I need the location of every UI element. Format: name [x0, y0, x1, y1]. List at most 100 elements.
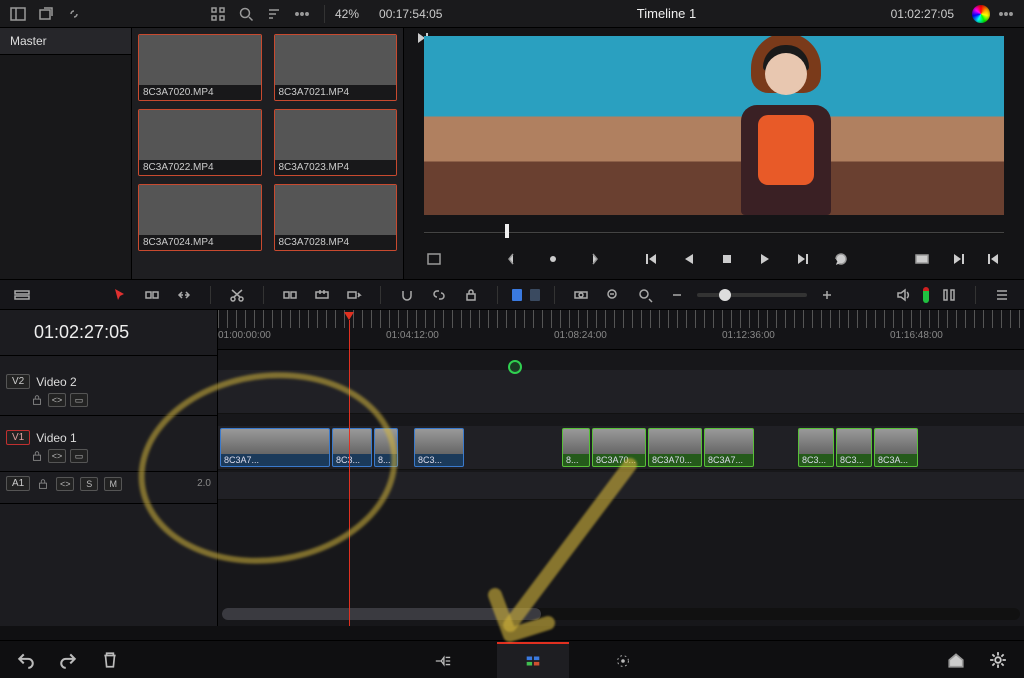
track-a1[interactable] — [218, 472, 1024, 500]
step-prev-icon[interactable] — [982, 248, 1006, 270]
link-icon[interactable] — [427, 284, 451, 306]
track-name-v1[interactable]: Video 1 — [36, 431, 76, 445]
viewer-scrubber[interactable] — [424, 221, 1004, 243]
timeline-clip[interactable]: 8... — [374, 428, 398, 467]
auto-select-icon[interactable]: <> — [56, 477, 74, 491]
auto-select-icon[interactable]: <> — [48, 449, 66, 463]
next-keyframe-icon[interactable] — [579, 248, 603, 270]
go-start-icon[interactable] — [639, 248, 663, 270]
ruler-timecode: 01:04:12:00 — [386, 330, 439, 341]
go-end-icon[interactable] — [791, 248, 815, 270]
safe-area-icon[interactable] — [422, 248, 446, 270]
trash-icon[interactable] — [98, 649, 122, 671]
overwrite-icon[interactable] — [310, 284, 334, 306]
flag-blue-icon[interactable] — [512, 289, 522, 301]
timeline-clip[interactable]: 8... — [562, 428, 590, 467]
zoom-out-icon[interactable] — [665, 284, 689, 306]
track-v1[interactable]: 8C3A7...8C3...8...8C3...8...8C3A70...8C3… — [218, 426, 1024, 470]
insert-icon[interactable] — [278, 284, 302, 306]
keyframe-icon[interactable] — [541, 248, 565, 270]
prev-keyframe-icon[interactable] — [503, 248, 527, 270]
lock-icon[interactable] — [36, 477, 50, 491]
list-icon[interactable] — [990, 284, 1014, 306]
link-break-icon[interactable] — [62, 3, 86, 25]
zoom-custom-icon[interactable] — [633, 284, 657, 306]
mixer-icon[interactable] — [937, 284, 961, 306]
auto-select-icon[interactable]: <> — [48, 393, 66, 407]
replace-icon[interactable] — [342, 284, 366, 306]
undo-icon[interactable] — [14, 649, 38, 671]
zoom-detail-icon[interactable] — [601, 284, 625, 306]
page-fusion-icon[interactable] — [587, 642, 659, 678]
home-icon[interactable] — [944, 649, 968, 671]
snap-icon[interactable] — [395, 284, 419, 306]
step-next-icon[interactable] — [946, 248, 970, 270]
media-clip[interactable]: 8C3A7024.MP4 — [138, 184, 262, 251]
timeline-clip[interactable]: 8C3A7... — [704, 428, 754, 467]
zoom-range-icon[interactable] — [569, 284, 593, 306]
volume-icon[interactable] — [891, 284, 915, 306]
more-icon[interactable] — [994, 3, 1018, 25]
timeline-clip[interactable]: 8C3A... — [874, 428, 918, 467]
timeline-canvas[interactable]: 01:00:00:0001:04:12:0001:08:24:0001:12:3… — [218, 310, 1024, 626]
track-badge-v1[interactable]: V1 — [6, 430, 30, 445]
scissors-icon[interactable] — [225, 284, 249, 306]
timeline-scrollbar[interactable] — [222, 608, 1020, 620]
page-cut-icon[interactable] — [407, 642, 479, 678]
selection-tool-icon[interactable] — [108, 284, 132, 306]
track-display-icon[interactable]: ▭ — [70, 393, 88, 407]
timeline-clip[interactable]: 8C3... — [414, 428, 464, 467]
playhead[interactable] — [349, 320, 350, 626]
playhead-timecode[interactable]: 01:02:27:05 — [0, 310, 217, 356]
zoom-in-icon[interactable] — [815, 284, 839, 306]
panel-pop-icon[interactable] — [34, 3, 58, 25]
play-icon[interactable] — [753, 248, 777, 270]
panel-left-icon[interactable] — [6, 3, 30, 25]
timeline-view-icon[interactable] — [10, 284, 34, 306]
solo-icon[interactable]: S — [80, 477, 98, 491]
marker-icon[interactable] — [508, 360, 522, 374]
more-icon[interactable] — [290, 3, 314, 25]
timeline-ruler[interactable]: 01:00:00:0001:04:12:0001:08:24:0001:12:3… — [218, 310, 1024, 350]
color-wheel-icon[interactable] — [972, 5, 990, 23]
media-clip[interactable]: 8C3A7022.MP4 — [138, 109, 262, 176]
track-v2[interactable] — [218, 370, 1024, 414]
track-display-icon[interactable]: ▭ — [70, 449, 88, 463]
blade-tool-icon[interactable] — [140, 284, 164, 306]
pool-zoom-value[interactable]: 42% — [335, 7, 359, 21]
timeline-clip[interactable]: 8C3... — [836, 428, 872, 467]
timeline-clip[interactable]: 8C3A70... — [648, 428, 702, 467]
search-icon[interactable] — [234, 3, 258, 25]
timeline-clip[interactable]: 8C3A7... — [220, 428, 330, 467]
lock-icon[interactable] — [30, 393, 44, 407]
timeline-clip[interactable]: 8C3... — [332, 428, 372, 467]
page-edit-icon[interactable] — [497, 642, 569, 678]
stop-icon[interactable] — [715, 248, 739, 270]
track-name-v2[interactable]: Video 2 — [36, 375, 76, 389]
media-clip[interactable]: 8C3A7021.MP4 — [274, 34, 398, 101]
play-reverse-icon[interactable] — [677, 248, 701, 270]
match-frame-icon[interactable] — [910, 248, 934, 270]
track-badge-a1[interactable]: A1 — [6, 476, 30, 491]
timeline-clip[interactable]: 8C3A70... — [592, 428, 646, 467]
loop-icon[interactable] — [829, 248, 853, 270]
audio-vol-value[interactable]: 2.0 — [197, 478, 211, 489]
preview-video[interactable] — [424, 36, 1004, 215]
gear-icon[interactable] — [986, 649, 1010, 671]
media-clip[interactable]: 8C3A7023.MP4 — [274, 109, 398, 176]
mute-icon[interactable]: M — [104, 477, 122, 491]
timeline-title[interactable]: Timeline 1 — [637, 6, 696, 21]
lock-icon[interactable] — [459, 284, 483, 306]
trim-tool-icon[interactable] — [172, 284, 196, 306]
flag-marker-icon[interactable] — [530, 289, 540, 301]
zoom-slider[interactable] — [697, 293, 807, 297]
grid-view-icon[interactable] — [206, 3, 230, 25]
timeline-clip[interactable]: 8C3... — [798, 428, 834, 467]
track-badge-v2[interactable]: V2 — [6, 374, 30, 389]
media-clip[interactable]: 8C3A7020.MP4 — [138, 34, 262, 101]
sort-icon[interactable] — [262, 3, 286, 25]
redo-icon[interactable] — [56, 649, 80, 671]
media-clip[interactable]: 8C3A7028.MP4 — [274, 184, 398, 251]
lock-icon[interactable] — [30, 449, 44, 463]
bin-master[interactable]: Master — [0, 28, 131, 55]
